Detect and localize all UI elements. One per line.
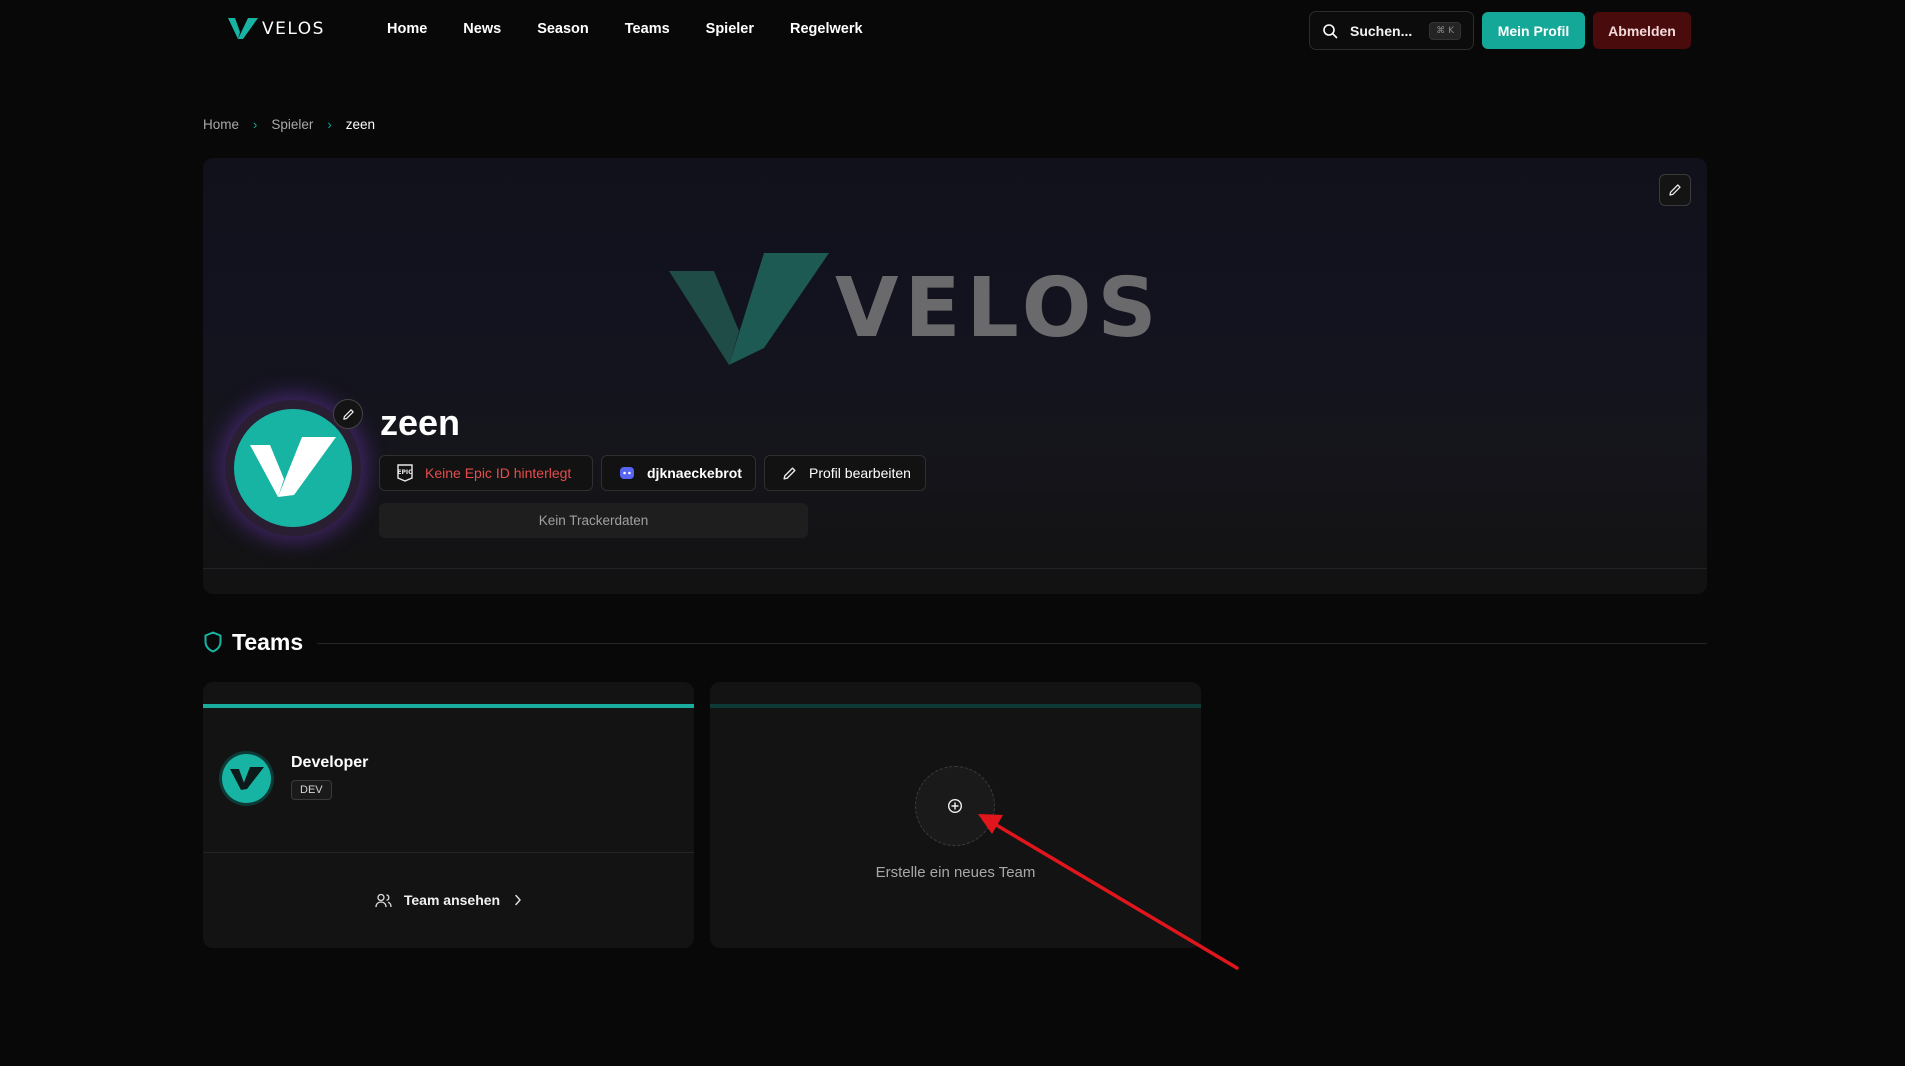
chevron-right-icon: [514, 894, 522, 906]
team-card-accent-bar: [203, 704, 694, 708]
shield-icon: [204, 631, 222, 653]
create-team-button[interactable]: [915, 766, 995, 846]
team-logo: [219, 751, 274, 806]
nav-link-spieler[interactable]: Spieler: [706, 21, 754, 37]
edit-banner-button[interactable]: [1659, 174, 1691, 206]
velos-banner-logo-icon: [669, 253, 829, 365]
epic-games-icon: EPIC: [397, 464, 413, 482]
my-profile-button[interactable]: Mein Profil: [1482, 12, 1585, 49]
nav-link-teams[interactable]: Teams: [625, 21, 670, 37]
discord-chip[interactable]: djknaeckebrot: [601, 455, 756, 491]
tracker-data-status: Kein Trackerdaten: [379, 503, 808, 538]
edit-profile-label: Profil bearbeiten: [809, 465, 911, 481]
velos-avatar-logo-icon: [250, 437, 336, 497]
avatar-image: [234, 409, 352, 527]
brand-name: VELOS: [262, 19, 325, 39]
view-team-button[interactable]: Team ansehen: [203, 852, 694, 948]
divider: [203, 568, 1707, 569]
plus-circle-icon: [947, 798, 963, 814]
breadcrumb-current: zeen: [345, 117, 376, 132]
search-button[interactable]: Suchen... ⌘ K: [1309, 11, 1474, 50]
breadcrumb-spieler[interactable]: Spieler: [271, 117, 313, 132]
velos-team-logo-icon: [229, 766, 264, 790]
banner-wordmark: VELOS: [835, 261, 1163, 356]
teams-section-header: Teams: [203, 628, 1707, 656]
breadcrumb-home[interactable]: Home: [203, 117, 239, 132]
team-tag-badge: DEV: [291, 780, 332, 800]
nav-link-regelwerk[interactable]: Regelwerk: [790, 21, 863, 37]
search-shortcut-badge: ⌘ K: [1429, 22, 1461, 40]
team-name: Developer: [291, 754, 369, 771]
nav-link-news[interactable]: News: [463, 21, 501, 37]
view-team-label: Team ansehen: [403, 892, 501, 908]
profile-header-card: VELOS zeen EPIC Keine Epic ID hinterlegt: [203, 158, 1707, 594]
main-nav: Home News Season Teams Spieler Regelwerk: [387, 21, 899, 37]
search-label: Suchen...: [1350, 22, 1413, 39]
discord-icon: [619, 466, 635, 480]
chevron-right-icon: ›: [253, 117, 258, 132]
player-name: zeen: [380, 402, 461, 443]
nav-link-home[interactable]: Home: [387, 21, 427, 37]
divider: [317, 642, 1707, 644]
top-navbar: VELOS Home News Season Teams Spieler Reg…: [0, 0, 1905, 62]
pencil-icon: [342, 408, 354, 420]
brand-logo[interactable]: VELOS: [228, 18, 325, 40]
edit-avatar-button[interactable]: [333, 399, 363, 429]
breadcrumb: Home › Spieler › zeen: [203, 117, 375, 132]
create-team-label: Erstelle ein neues Team: [875, 864, 1036, 881]
svg-text:EPIC: EPIC: [397, 469, 413, 476]
nav-link-season[interactable]: Season: [537, 21, 589, 37]
search-icon: [1323, 23, 1338, 38]
pencil-icon: [1669, 184, 1681, 196]
velos-logo-icon: [228, 18, 258, 39]
users-icon: [375, 893, 392, 908]
epic-id-chip[interactable]: EPIC Keine Epic ID hinterlegt: [379, 455, 593, 491]
create-team-accent-bar: [710, 704, 1201, 708]
chevron-right-icon: ›: [327, 117, 332, 132]
discord-username: djknaeckebrot: [647, 465, 742, 481]
edit-profile-button[interactable]: Profil bearbeiten: [764, 455, 926, 491]
epic-id-status: Keine Epic ID hinterlegt: [425, 465, 572, 481]
teams-heading: Teams: [232, 628, 304, 655]
pencil-icon: [782, 466, 797, 481]
team-card: Developer DEV Team ansehen: [203, 682, 694, 948]
profile-banner: VELOS: [669, 253, 1163, 365]
create-team-card[interactable]: Erstelle ein neues Team: [710, 682, 1201, 948]
logout-button[interactable]: Abmelden: [1593, 12, 1691, 49]
